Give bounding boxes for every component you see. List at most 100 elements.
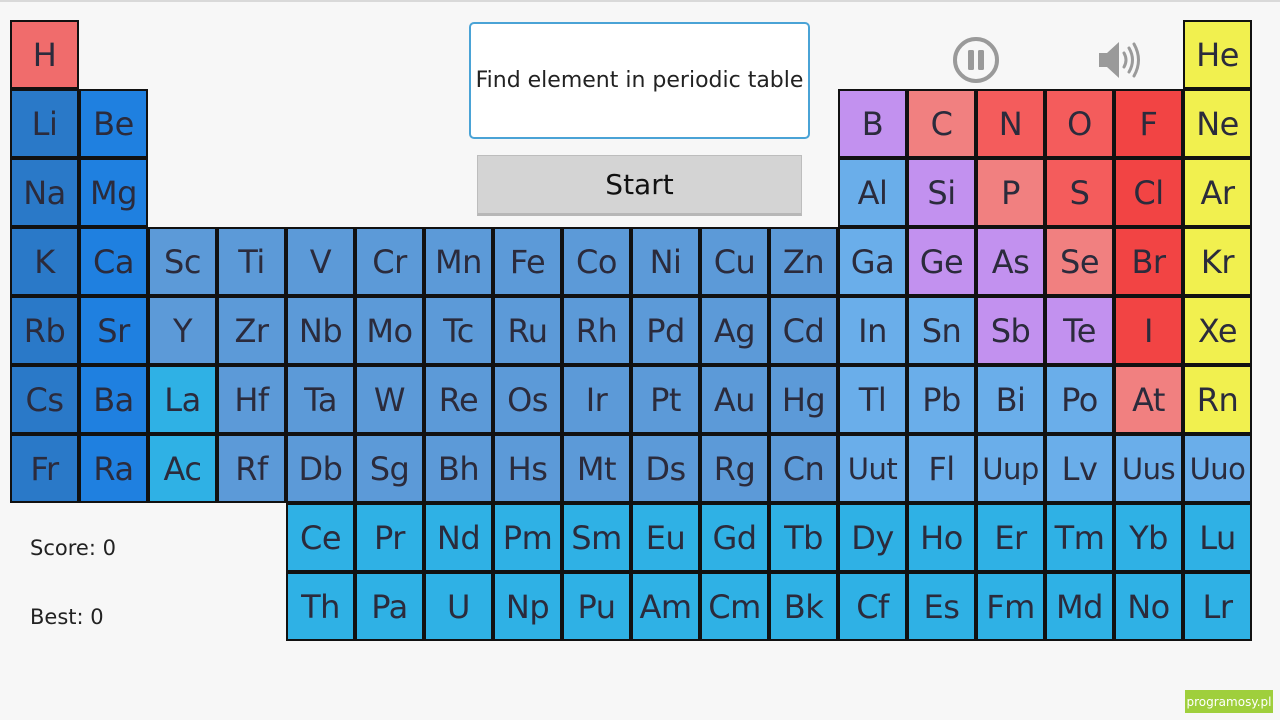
element-cell-ca[interactable]: Ca [79, 227, 148, 296]
element-cell-la[interactable]: La [148, 365, 217, 434]
element-cell-nb[interactable]: Nb [286, 296, 355, 365]
element-cell-ag[interactable]: Ag [700, 296, 769, 365]
element-cell-tb[interactable]: Tb [769, 503, 838, 572]
element-cell-rb[interactable]: Rb [10, 296, 79, 365]
element-cell-fe[interactable]: Fe [493, 227, 562, 296]
element-cell-hs[interactable]: Hs [493, 434, 562, 503]
element-cell-si[interactable]: Si [907, 158, 976, 227]
element-cell-pr[interactable]: Pr [355, 503, 424, 572]
element-cell-np[interactable]: Np [493, 572, 562, 641]
element-cell-kr[interactable]: Kr [1183, 227, 1252, 296]
element-cell-tl[interactable]: Tl [838, 365, 907, 434]
element-cell-rh[interactable]: Rh [562, 296, 631, 365]
element-cell-br[interactable]: Br [1114, 227, 1183, 296]
element-cell-as[interactable]: As [976, 227, 1045, 296]
element-cell-bh[interactable]: Bh [424, 434, 493, 503]
element-cell-os[interactable]: Os [493, 365, 562, 434]
element-cell-f[interactable]: F [1114, 89, 1183, 158]
element-cell-cm[interactable]: Cm [700, 572, 769, 641]
element-cell-ru[interactable]: Ru [493, 296, 562, 365]
element-cell-no[interactable]: No [1114, 572, 1183, 641]
element-cell-ti[interactable]: Ti [217, 227, 286, 296]
element-cell-md[interactable]: Md [1045, 572, 1114, 641]
element-cell-sb[interactable]: Sb [976, 296, 1045, 365]
element-cell-ac[interactable]: Ac [148, 434, 217, 503]
element-cell-es[interactable]: Es [907, 572, 976, 641]
element-cell-yb[interactable]: Yb [1114, 503, 1183, 572]
element-cell-ce[interactable]: Ce [286, 503, 355, 572]
element-cell-ge[interactable]: Ge [907, 227, 976, 296]
element-cell-ar[interactable]: Ar [1183, 158, 1252, 227]
element-cell-lv[interactable]: Lv [1045, 434, 1114, 503]
element-cell-mg[interactable]: Mg [79, 158, 148, 227]
element-cell-c[interactable]: C [907, 89, 976, 158]
element-cell-sc[interactable]: Sc [148, 227, 217, 296]
element-cell-s[interactable]: S [1045, 158, 1114, 227]
element-cell-i[interactable]: I [1114, 296, 1183, 365]
element-cell-ba[interactable]: Ba [79, 365, 148, 434]
element-cell-lr[interactable]: Lr [1183, 572, 1252, 641]
element-cell-ni[interactable]: Ni [631, 227, 700, 296]
element-cell-co[interactable]: Co [562, 227, 631, 296]
element-cell-pu[interactable]: Pu [562, 572, 631, 641]
element-cell-rg[interactable]: Rg [700, 434, 769, 503]
element-cell-pt[interactable]: Pt [631, 365, 700, 434]
element-cell-xe[interactable]: Xe [1183, 296, 1252, 365]
element-cell-zn[interactable]: Zn [769, 227, 838, 296]
element-cell-be[interactable]: Be [79, 89, 148, 158]
element-cell-ta[interactable]: Ta [286, 365, 355, 434]
element-cell-uuo[interactable]: Uuo [1183, 434, 1252, 503]
element-cell-n[interactable]: N [976, 89, 1045, 158]
element-cell-sr[interactable]: Sr [79, 296, 148, 365]
element-cell-u[interactable]: U [424, 572, 493, 641]
element-cell-y[interactable]: Y [148, 296, 217, 365]
element-cell-cr[interactable]: Cr [355, 227, 424, 296]
start-button[interactable]: Start [477, 155, 802, 216]
element-cell-gd[interactable]: Gd [700, 503, 769, 572]
element-cell-pm[interactable]: Pm [493, 503, 562, 572]
element-cell-tm[interactable]: Tm [1045, 503, 1114, 572]
element-cell-sm[interactable]: Sm [562, 503, 631, 572]
element-cell-k[interactable]: K [10, 227, 79, 296]
sound-button[interactable] [1097, 37, 1145, 83]
element-cell-uut[interactable]: Uut [838, 434, 907, 503]
element-cell-ho[interactable]: Ho [907, 503, 976, 572]
element-cell-w[interactable]: W [355, 365, 424, 434]
element-cell-he[interactable]: He [1183, 20, 1252, 89]
element-cell-uus[interactable]: Uus [1114, 434, 1183, 503]
element-cell-b[interactable]: B [838, 89, 907, 158]
element-cell-mo[interactable]: Mo [355, 296, 424, 365]
element-cell-sg[interactable]: Sg [355, 434, 424, 503]
element-cell-fr[interactable]: Fr [10, 434, 79, 503]
element-cell-ds[interactable]: Ds [631, 434, 700, 503]
element-cell-er[interactable]: Er [976, 503, 1045, 572]
element-cell-cu[interactable]: Cu [700, 227, 769, 296]
element-cell-at[interactable]: At [1114, 365, 1183, 434]
element-cell-pd[interactable]: Pd [631, 296, 700, 365]
element-cell-bi[interactable]: Bi [976, 365, 1045, 434]
element-cell-zr[interactable]: Zr [217, 296, 286, 365]
element-cell-fm[interactable]: Fm [976, 572, 1045, 641]
element-cell-al[interactable]: Al [838, 158, 907, 227]
element-cell-in[interactable]: In [838, 296, 907, 365]
element-cell-au[interactable]: Au [700, 365, 769, 434]
element-cell-h[interactable]: H [10, 20, 79, 89]
element-cell-uup[interactable]: Uup [976, 434, 1045, 503]
element-cell-am[interactable]: Am [631, 572, 700, 641]
element-cell-p[interactable]: P [976, 158, 1045, 227]
element-cell-cl[interactable]: Cl [1114, 158, 1183, 227]
element-cell-po[interactable]: Po [1045, 365, 1114, 434]
element-cell-ga[interactable]: Ga [838, 227, 907, 296]
element-cell-ra[interactable]: Ra [79, 434, 148, 503]
element-cell-ne[interactable]: Ne [1183, 89, 1252, 158]
element-cell-o[interactable]: O [1045, 89, 1114, 158]
element-cell-rf[interactable]: Rf [217, 434, 286, 503]
element-cell-bk[interactable]: Bk [769, 572, 838, 641]
element-cell-lu[interactable]: Lu [1183, 503, 1252, 572]
element-cell-th[interactable]: Th [286, 572, 355, 641]
element-cell-tc[interactable]: Tc [424, 296, 493, 365]
element-cell-fl[interactable]: Fl [907, 434, 976, 503]
element-cell-mn[interactable]: Mn [424, 227, 493, 296]
element-cell-sn[interactable]: Sn [907, 296, 976, 365]
element-cell-li[interactable]: Li [10, 89, 79, 158]
